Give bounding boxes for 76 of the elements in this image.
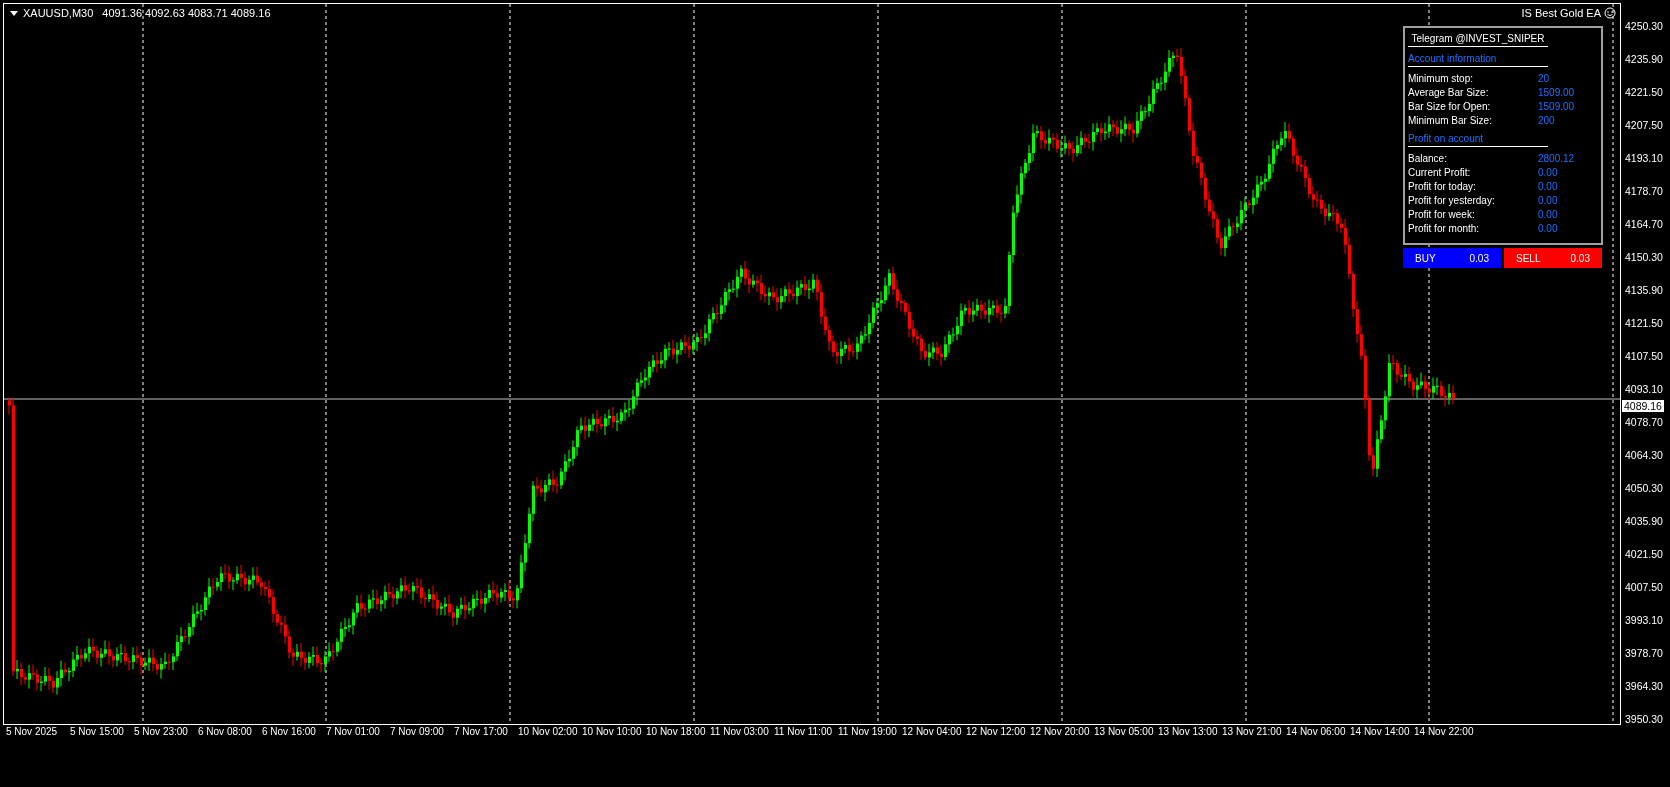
price-label: 4150.30	[1625, 249, 1663, 265]
price-label: 4207.50	[1625, 117, 1663, 133]
time-label: 14 Nov 14:00	[1350, 725, 1411, 739]
info-label: Average Bar Size:	[1408, 86, 1490, 99]
price-label: 3950.30	[1625, 711, 1663, 727]
time-label: 5 Nov 23:00	[134, 725, 189, 739]
info-label: Minimum stop:	[1408, 72, 1474, 85]
price-label: 4193.10	[1625, 150, 1663, 166]
price-label: 4107.50	[1625, 348, 1663, 364]
price-label: 4007.50	[1625, 579, 1663, 595]
chart-symbol: XAUUSD,M30	[23, 6, 94, 20]
time-label: 10 Nov 10:00	[582, 725, 643, 739]
time-label: 7 Nov 09:00	[390, 725, 445, 739]
time-label: 12 Nov 20:00	[1030, 725, 1091, 739]
info-value: 1509.00	[1538, 100, 1575, 113]
price-label: 4035.90	[1625, 513, 1663, 529]
price-label: 4093.10	[1625, 381, 1663, 397]
info-label: Minimum Bar Size:	[1408, 114, 1493, 127]
current-price-label: 4089.16	[1622, 400, 1664, 412]
time-label: 7 Nov 01:00	[326, 725, 381, 739]
ohlc-values: 4091.36 4092.63 4083.71 4089.16	[102, 6, 271, 20]
smiley-icon	[1604, 7, 1616, 19]
price-label: 4221.50	[1625, 84, 1663, 100]
time-label: 6 Nov 16:00	[262, 725, 317, 739]
time-label: 5 Nov 15:00	[70, 725, 125, 739]
price-label: 3964.30	[1625, 678, 1663, 694]
panel-title: Telegram @INVEST_SNIPER	[1408, 31, 1548, 47]
time-label: 5 Nov 2025	[6, 725, 59, 739]
time-label: 13 Nov 13:00	[1158, 725, 1219, 739]
price-label: 4235.90	[1625, 51, 1663, 67]
time-label: 10 Nov 02:00	[518, 725, 579, 739]
price-label: 3978.70	[1625, 645, 1663, 661]
time-label: 11 Nov 11:00	[774, 725, 833, 739]
price-label: 4135.90	[1625, 282, 1663, 298]
info-value: 2800.12	[1538, 152, 1575, 165]
price-label: 4078.70	[1625, 414, 1663, 430]
info-value: 20	[1538, 72, 1550, 85]
time-label: 12 Nov 04:00	[902, 725, 963, 739]
price-label: 3993.10	[1625, 612, 1663, 628]
sell-button[interactable]: SELL 0.03	[1504, 248, 1602, 268]
info-value: 0.00	[1538, 180, 1558, 193]
info-value: 0.00	[1538, 194, 1558, 207]
time-label: 14 Nov 22:00	[1414, 725, 1475, 739]
info-label: Profit for today:	[1408, 180, 1477, 193]
info-label: Current Profit:	[1408, 166, 1472, 179]
info-value: 0.00	[1538, 222, 1558, 235]
price-label: 4250.30	[1625, 18, 1663, 34]
price-label: 4064.30	[1625, 447, 1663, 463]
info-value: 200	[1538, 114, 1555, 127]
time-label: 14 Nov 06:00	[1286, 725, 1347, 739]
time-label: 11 Nov 03:00	[710, 725, 770, 739]
price-label: 4050.30	[1625, 480, 1663, 496]
info-value: 1509.00	[1538, 86, 1575, 99]
section-heading: Profit on account	[1408, 131, 1548, 147]
buy-button[interactable]: BUY 0.03	[1403, 248, 1501, 268]
price-label: 4164.70	[1625, 216, 1663, 232]
info-label: Profit for week:	[1408, 208, 1476, 221]
price-label: 4178.70	[1625, 183, 1663, 199]
time-label: 10 Nov 18:00	[646, 725, 707, 739]
time-label: 13 Nov 05:00	[1094, 725, 1155, 739]
info-label: Balance:	[1408, 152, 1448, 165]
info-label: Profit for month:	[1408, 222, 1481, 235]
price-label: 4121.50	[1625, 315, 1663, 331]
price-label: 4021.50	[1625, 546, 1663, 562]
time-label: 11 Nov 19:00	[838, 725, 898, 739]
expert-name: IS Best Gold EA	[1521, 6, 1601, 20]
time-label: 6 Nov 08:00	[198, 725, 253, 739]
section-heading: Account information	[1408, 51, 1548, 67]
info-value: 0.00	[1538, 166, 1558, 179]
dropdown-icon[interactable]	[10, 10, 18, 16]
time-label: 12 Nov 12:00	[966, 725, 1027, 739]
info-value: 0.00	[1538, 208, 1558, 221]
info-label: Profit for yesterday:	[1408, 194, 1496, 207]
info-label: Bar Size for Open:	[1408, 100, 1492, 113]
time-label: 13 Nov 21:00	[1222, 725, 1283, 739]
time-label: 7 Nov 17:00	[454, 725, 509, 739]
